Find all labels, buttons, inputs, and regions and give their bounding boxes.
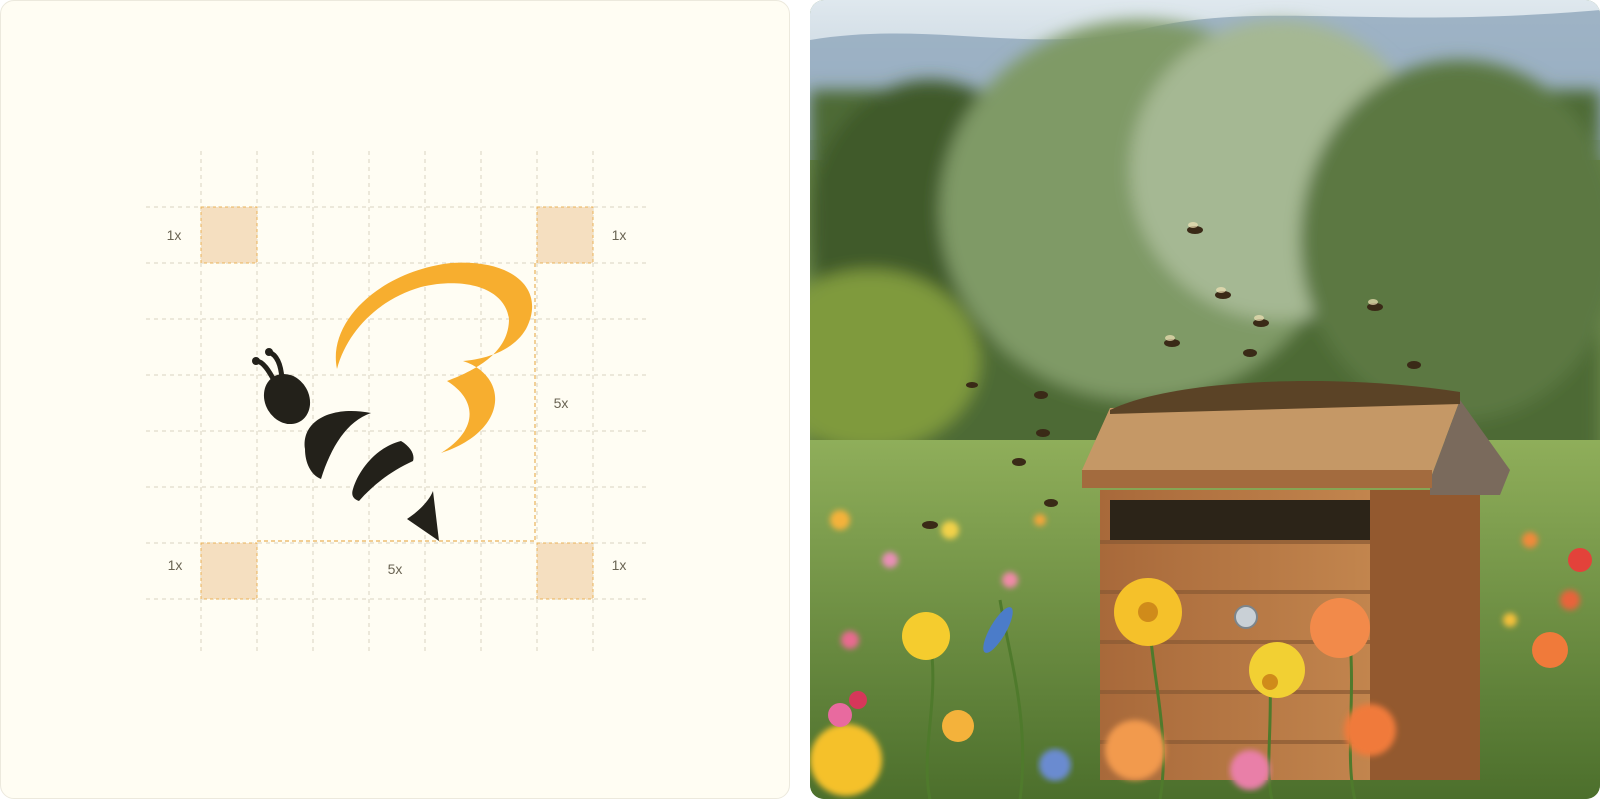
beehive-photo	[810, 0, 1600, 799]
margin-label-top-right: 1x	[611, 227, 627, 243]
logo-bee-head	[263, 373, 311, 425]
margin-label-bottom-left: 1x	[167, 557, 183, 573]
logo-bee-stinger	[407, 491, 439, 541]
margin-square-bottom-left	[200, 542, 258, 600]
beehive-meadow-illustration	[810, 0, 1600, 799]
margin-square-top-left	[200, 206, 258, 264]
logo-bee-stripe-2	[352, 441, 414, 501]
bee-logo	[252, 262, 533, 541]
margin-square-bottom-right	[536, 542, 594, 600]
margin-square-top-right	[536, 206, 594, 264]
logo-bee-stripe-1	[304, 410, 371, 479]
logo-construction-panel: 1x 1x 1x 1x 5x 5x	[0, 0, 790, 799]
logo-bee-antenna-tip	[252, 357, 260, 365]
logo-bee-antenna-tip	[265, 348, 273, 356]
logo-b-swoosh	[335, 262, 533, 453]
margin-label-top-left: 1x	[166, 227, 182, 243]
hive-knob	[1234, 605, 1258, 629]
margin-label-bottom-right: 1x	[611, 557, 627, 573]
construction-grid	[146, 151, 646, 651]
width-label: 5x	[387, 561, 403, 577]
height-label: 5x	[553, 395, 569, 411]
